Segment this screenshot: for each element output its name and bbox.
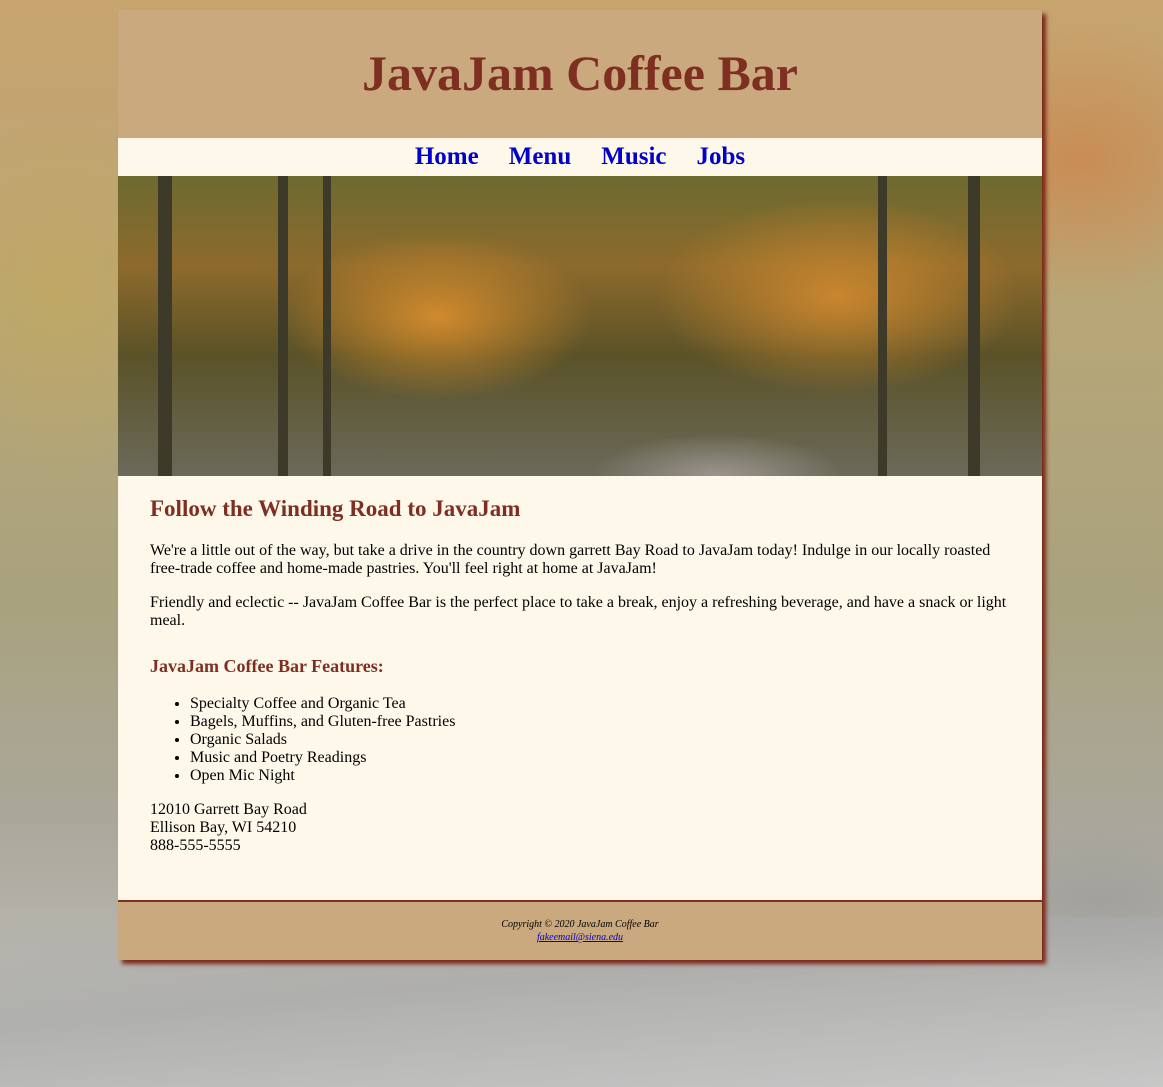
email-link[interactable]: fakeemail@siena.edu (537, 932, 623, 943)
list-item: Open Mic Night (190, 767, 1010, 785)
address-block: 12010 Garrett Bay Road Ellison Bay, WI 5… (150, 801, 1010, 855)
features-list: Specialty Coffee and Organic Tea Bagels,… (150, 695, 1010, 785)
main-heading: Follow the Winding Road to JavaJam (150, 496, 521, 521)
list-item: Organic Salads (190, 731, 1010, 749)
hero-image (118, 176, 1042, 476)
nav-jobs[interactable]: Jobs (697, 143, 746, 171)
site-footer: Copyright © 2020 JavaJam Coffee Bar fake… (118, 900, 1042, 960)
nav-menu[interactable]: Menu (509, 143, 572, 171)
nav-music[interactable]: Music (601, 143, 666, 171)
address-street: 12010 Garrett Bay Road (150, 801, 307, 818)
list-item: Music and Poetry Readings (190, 749, 1010, 767)
features-heading: JavaJam Coffee Bar Features: (150, 656, 384, 676)
site-title: JavaJam Coffee Bar (362, 45, 798, 101)
site-header: JavaJam Coffee Bar (118, 10, 1042, 138)
nav-home[interactable]: Home (415, 143, 479, 171)
main-content: Follow the Winding Road to JavaJam We're… (118, 476, 1042, 855)
address-phone: 888-555-5555 (150, 837, 241, 854)
page-wrapper: JavaJam Coffee Bar Home Menu Music Jobs … (118, 10, 1042, 960)
address-city: Ellison Bay, WI 54210 (150, 819, 297, 836)
list-item: Bagels, Muffins, and Gluten-free Pastrie… (190, 713, 1010, 731)
intro-paragraph: We're a little out of the way, but take … (150, 542, 991, 577)
list-item: Specialty Coffee and Organic Tea (190, 695, 1010, 713)
main-nav: Home Menu Music Jobs (118, 138, 1042, 176)
copyright-text: Copyright © 2020 JavaJam Coffee Bar (501, 919, 659, 930)
description-paragraph: Friendly and eclectic -- JavaJam Coffee … (150, 594, 1007, 629)
